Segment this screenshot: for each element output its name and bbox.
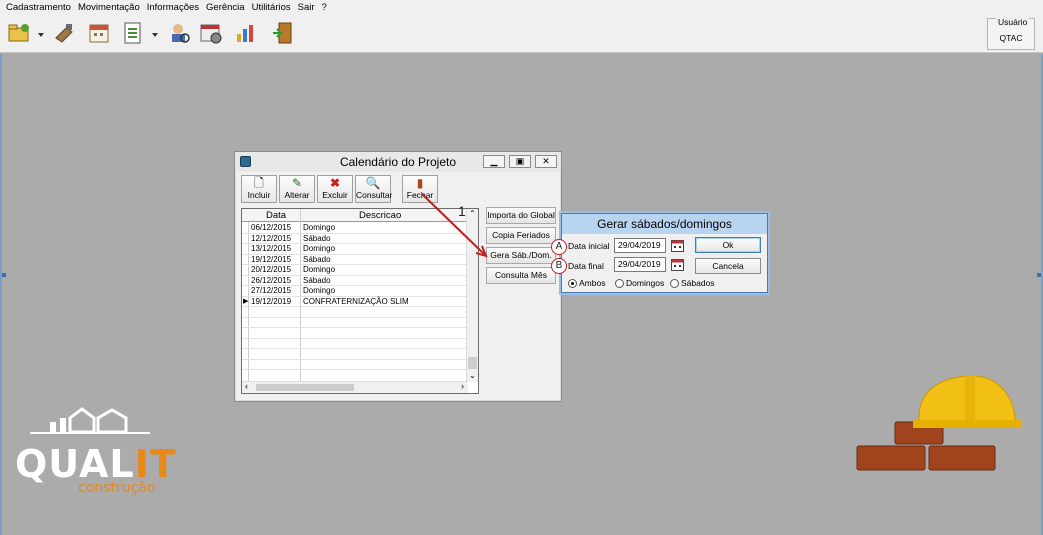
- annotation-b: B: [551, 258, 567, 274]
- step-number: 1: [458, 203, 466, 219]
- annotation-a: A: [551, 239, 567, 255]
- annotation-arrow-icon: [421, 193, 488, 258]
